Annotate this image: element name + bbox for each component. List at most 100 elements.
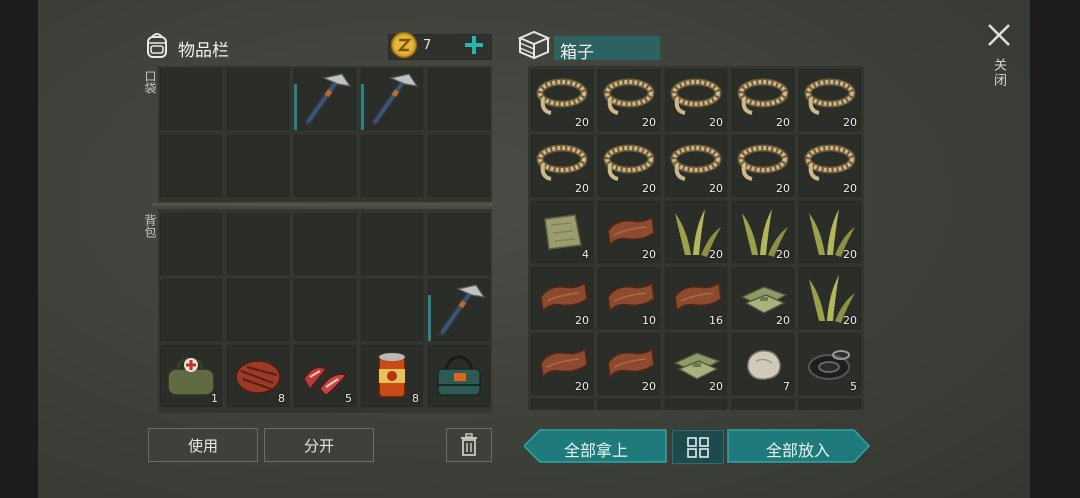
- hatchet-icon: [372, 73, 419, 125]
- box-slot-rope[interactable]: 20: [531, 135, 593, 197]
- box-slot-leather[interactable]: 10: [598, 267, 660, 329]
- item-quantity: 5: [345, 392, 352, 405]
- backpack-slot-empty[interactable]: [428, 213, 490, 275]
- pocket-slot-hatchet[interactable]: [294, 68, 356, 130]
- item-quantity: 20: [642, 182, 656, 195]
- backpack-slot-canned-food[interactable]: 8: [361, 345, 423, 407]
- box-icon: [517, 30, 551, 60]
- box-slot-rope[interactable]: 20: [598, 69, 660, 131]
- right-letterbox: [1030, 0, 1080, 498]
- trash-button[interactable]: [446, 428, 492, 462]
- close-label[interactable]: 关闭: [988, 58, 1008, 88]
- item-quantity: 20: [843, 182, 857, 195]
- item-quantity: 16: [709, 314, 723, 327]
- split-button[interactable]: 分开: [264, 428, 374, 462]
- box-slot-fabric[interactable]: 20: [732, 267, 794, 329]
- close-icon[interactable]: [986, 22, 1012, 48]
- supply-pack-icon: [437, 355, 481, 396]
- pocket-slot-hatchet[interactable]: [361, 68, 423, 130]
- item-quantity: 20: [843, 314, 857, 327]
- box-slot-rope[interactable]: 20: [799, 69, 861, 131]
- item-quantity: 20: [575, 380, 589, 393]
- put-all-button[interactable]: 全部放入: [726, 429, 871, 463]
- use-button[interactable]: 使用: [148, 428, 258, 462]
- backpack-slot-empty[interactable]: [227, 279, 289, 341]
- box-slot-partial[interactable]: [665, 399, 727, 410]
- box-slot-plant-fiber[interactable]: 20: [732, 201, 794, 263]
- item-quantity: 4: [582, 248, 589, 261]
- backpack-slot-empty[interactable]: [361, 213, 423, 275]
- backpack-slot-first-aid-bag[interactable]: 1: [160, 345, 222, 407]
- pocket-slot-empty[interactable]: [227, 135, 289, 197]
- box-slot-rope[interactable]: 20: [665, 69, 727, 131]
- box-slot-rope[interactable]: 20: [531, 69, 593, 131]
- backpack-slot-empty[interactable]: [361, 279, 423, 341]
- box-slot-rope[interactable]: 20: [732, 135, 794, 197]
- item-quantity: 20: [575, 116, 589, 129]
- backpack-slot-empty[interactable]: [160, 213, 222, 275]
- box-slot-partial[interactable]: [799, 399, 861, 410]
- hatchet-icon: [305, 73, 352, 125]
- take-all-button[interactable]: 全部拿上: [522, 429, 668, 463]
- coin-count: 7: [423, 38, 432, 53]
- pocket-slot-empty[interactable]: [428, 68, 490, 130]
- box-slot-partial[interactable]: [732, 399, 794, 410]
- box-slot-tire-ring[interactable]: 5: [799, 333, 861, 395]
- add-coins-plus-icon[interactable]: [463, 34, 485, 56]
- pocket-slot-empty[interactable]: [361, 135, 423, 197]
- coin-icon: [390, 31, 418, 59]
- box-slot-rope[interactable]: 20: [665, 135, 727, 197]
- box-slot-partial[interactable]: [598, 399, 660, 410]
- backpack-slot-hatchet[interactable]: [428, 279, 490, 341]
- item-quantity: 10: [642, 314, 656, 327]
- box-slot-rope[interactable]: 20: [799, 135, 861, 197]
- backpack-slot-empty[interactable]: [227, 213, 289, 275]
- item-quantity: 5: [850, 380, 857, 393]
- pocket-label: 口袋: [143, 70, 157, 94]
- pocket-slot-empty[interactable]: [160, 68, 222, 130]
- backpack-slot-empty[interactable]: [294, 279, 356, 341]
- box-slot-fabric[interactable]: 20: [665, 333, 727, 395]
- item-quantity: 20: [642, 248, 656, 261]
- item-quantity: 1: [211, 392, 218, 405]
- backpack-icon: [147, 33, 167, 58]
- sort-button[interactable]: [672, 430, 724, 464]
- box-slot-plant-fiber[interactable]: 20: [665, 201, 727, 263]
- pocket-slot-empty[interactable]: [428, 135, 490, 197]
- box-slot-leather[interactable]: 20: [531, 267, 593, 329]
- backpack-slot-empty[interactable]: [294, 213, 356, 275]
- box-slot-leather[interactable]: 20: [598, 333, 660, 395]
- box-slot-partial[interactable]: [531, 399, 593, 410]
- put-all-label: 全部放入: [765, 441, 830, 460]
- box-slot-rope[interactable]: 20: [598, 135, 660, 197]
- box-slot-leather[interactable]: 16: [665, 267, 727, 329]
- item-quantity: 20: [709, 182, 723, 195]
- left-letterbox: [0, 0, 38, 498]
- box-slot-stone[interactable]: 7: [732, 333, 794, 395]
- box-slot-cloth[interactable]: 4: [531, 201, 593, 263]
- item-quantity: 20: [642, 116, 656, 129]
- take-all-label: 全部拿上: [563, 441, 628, 460]
- box-slot-leather[interactable]: 20: [598, 201, 660, 263]
- box-slot-plant-fiber[interactable]: 20: [799, 267, 861, 329]
- trash-icon: [461, 433, 477, 456]
- item-quantity: 20: [575, 182, 589, 195]
- pocket-slot-empty[interactable]: [227, 68, 289, 130]
- hatchet-icon: [439, 284, 486, 336]
- item-quantity: 8: [412, 392, 419, 405]
- backpack-slot-raw-meat[interactable]: 5: [294, 345, 356, 407]
- backpack-slot-supply-pack[interactable]: [428, 345, 490, 407]
- backpack-slot-empty[interactable]: [160, 279, 222, 341]
- box-title: 箱子: [560, 43, 594, 63]
- box-slot-plant-fiber[interactable]: 20: [799, 201, 861, 263]
- item-quantity: 20: [776, 182, 790, 195]
- pocket-slot-empty[interactable]: [160, 135, 222, 197]
- item-quantity: 20: [575, 314, 589, 327]
- item-quantity: 20: [843, 116, 857, 129]
- box-slot-rope[interactable]: 20: [732, 69, 794, 131]
- box-slot-leather[interactable]: 20: [531, 333, 593, 395]
- item-quantity: 20: [776, 116, 790, 129]
- item-quantity: 20: [776, 314, 790, 327]
- backpack-slot-steak[interactable]: 8: [227, 345, 289, 407]
- pocket-slot-empty[interactable]: [294, 135, 356, 197]
